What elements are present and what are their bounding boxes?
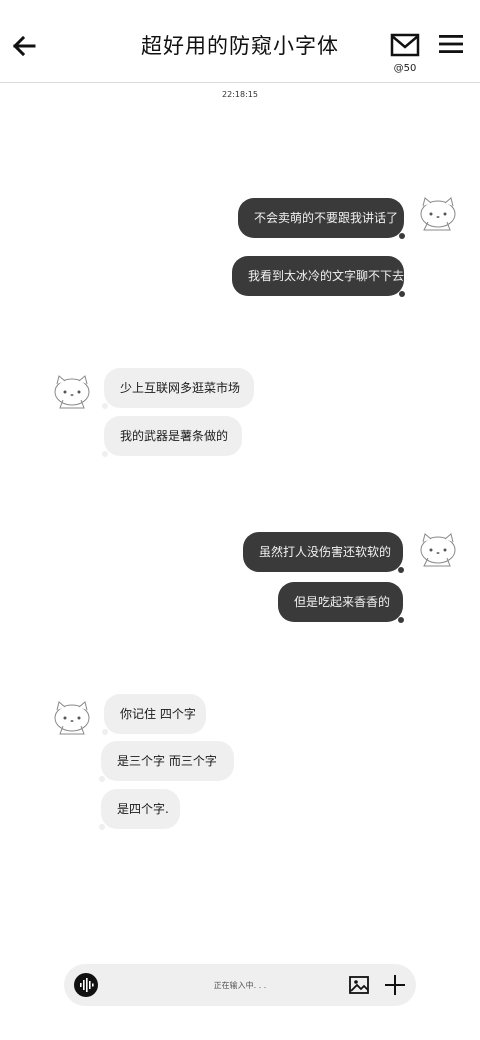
message-bubble-incoming[interactable]: 是四个字. [101, 789, 180, 829]
message-composer[interactable]: 正在输入中. . . [64, 964, 416, 1006]
bubble-tail [102, 729, 108, 735]
bubble-tail [398, 617, 404, 623]
message-bubble-incoming[interactable]: 是三个字 而三个字 [101, 741, 234, 781]
bubble-tail [102, 451, 108, 457]
image-icon[interactable] [348, 974, 370, 996]
message-bubble-outgoing[interactable]: 不会卖萌的不要跟我讲话了 [238, 198, 404, 238]
hamburger-menu-icon[interactable] [438, 33, 464, 55]
chat-timestamp: 22:18:15 [222, 90, 258, 99]
plus-icon[interactable] [384, 974, 406, 996]
message-bubble-incoming[interactable]: 少上互联网多逛菜市场 [104, 368, 254, 408]
message-bubble-incoming[interactable]: 你记住 四个字 [104, 694, 206, 734]
kitty-avatar[interactable] [52, 372, 96, 412]
bubble-tail [102, 403, 108, 409]
message-bubble-incoming[interactable]: 我的武器是薯条做的 [104, 416, 242, 456]
mail-count-badge: @50 [393, 63, 417, 74]
message-bubble-outgoing[interactable]: 我看到太冰冷的文字聊不下去. [232, 256, 408, 296]
message-bubble-outgoing[interactable]: 虽然打人没伤害还软软的 [243, 532, 403, 572]
bubble-tail [399, 291, 405, 297]
kitty-avatar[interactable] [414, 530, 458, 570]
bubble-tail [399, 233, 405, 239]
mail-icon[interactable] [390, 33, 420, 57]
bubble-tail [99, 824, 105, 830]
top-app-bar: 超好用的防窥小字体 @50 [0, 0, 480, 83]
message-bubble-outgoing[interactable]: 但是吃起来香香的 [278, 582, 403, 622]
bubble-tail [398, 567, 404, 573]
bubble-tail [99, 776, 105, 782]
kitty-avatar[interactable] [414, 194, 458, 234]
kitty-avatar[interactable] [52, 698, 96, 738]
